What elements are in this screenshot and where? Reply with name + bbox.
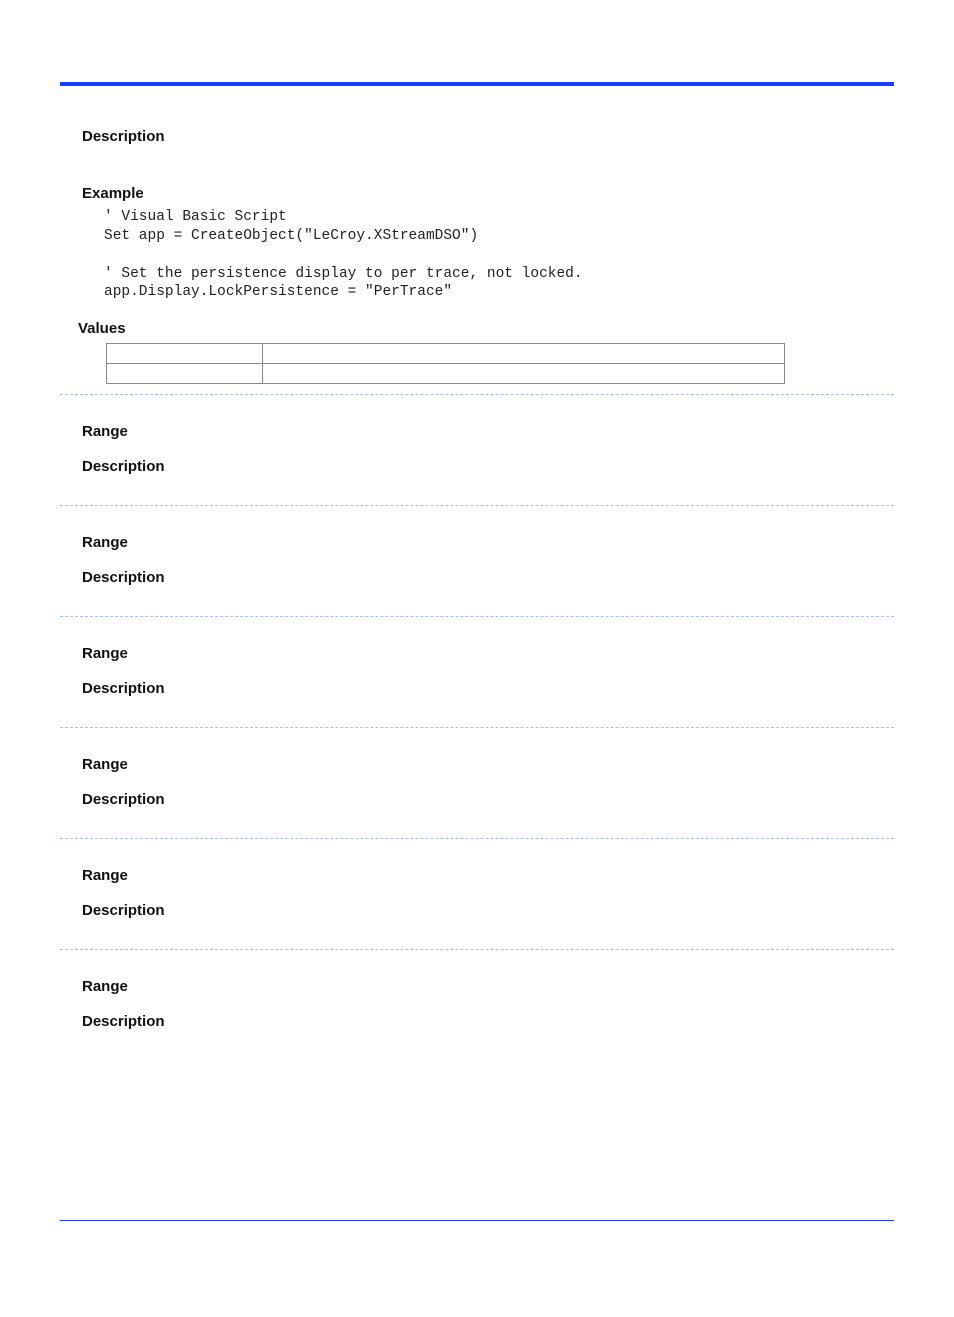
property-block: Range Description [82,950,872,1030]
table-row [107,344,785,364]
table-cell [107,364,263,384]
description-heading: Description [82,680,872,697]
table-cell [107,344,263,364]
description-heading: Description [82,791,872,808]
example-code: ' Visual Basic Script Set app = CreateOb… [104,208,872,302]
table-cell [263,344,785,364]
range-heading: Range [82,867,872,884]
table-cell [263,364,785,384]
range-heading: Range [82,423,872,440]
table-row [107,364,785,384]
description-heading: Description [82,1013,872,1030]
description-heading: Description [82,128,872,145]
values-table [106,343,785,384]
description-heading: Description [82,569,872,586]
description-heading: Description [82,458,872,475]
range-heading: Range [82,756,872,773]
values-heading: Values [78,320,872,337]
property-block: Range Description [82,617,872,697]
property-block: Range Description [82,839,872,919]
content-area: Description Example ' Visual Basic Scrip… [60,86,894,1030]
description-heading: Description [82,902,872,919]
property-block: Range Description [82,395,872,475]
range-heading: Range [82,645,872,662]
property-block: Range Description [82,506,872,586]
range-heading: Range [82,978,872,995]
bottom-rule [60,1220,894,1221]
range-heading: Range [82,534,872,551]
example-heading: Example [82,185,872,202]
property-block: Range Description [82,728,872,808]
